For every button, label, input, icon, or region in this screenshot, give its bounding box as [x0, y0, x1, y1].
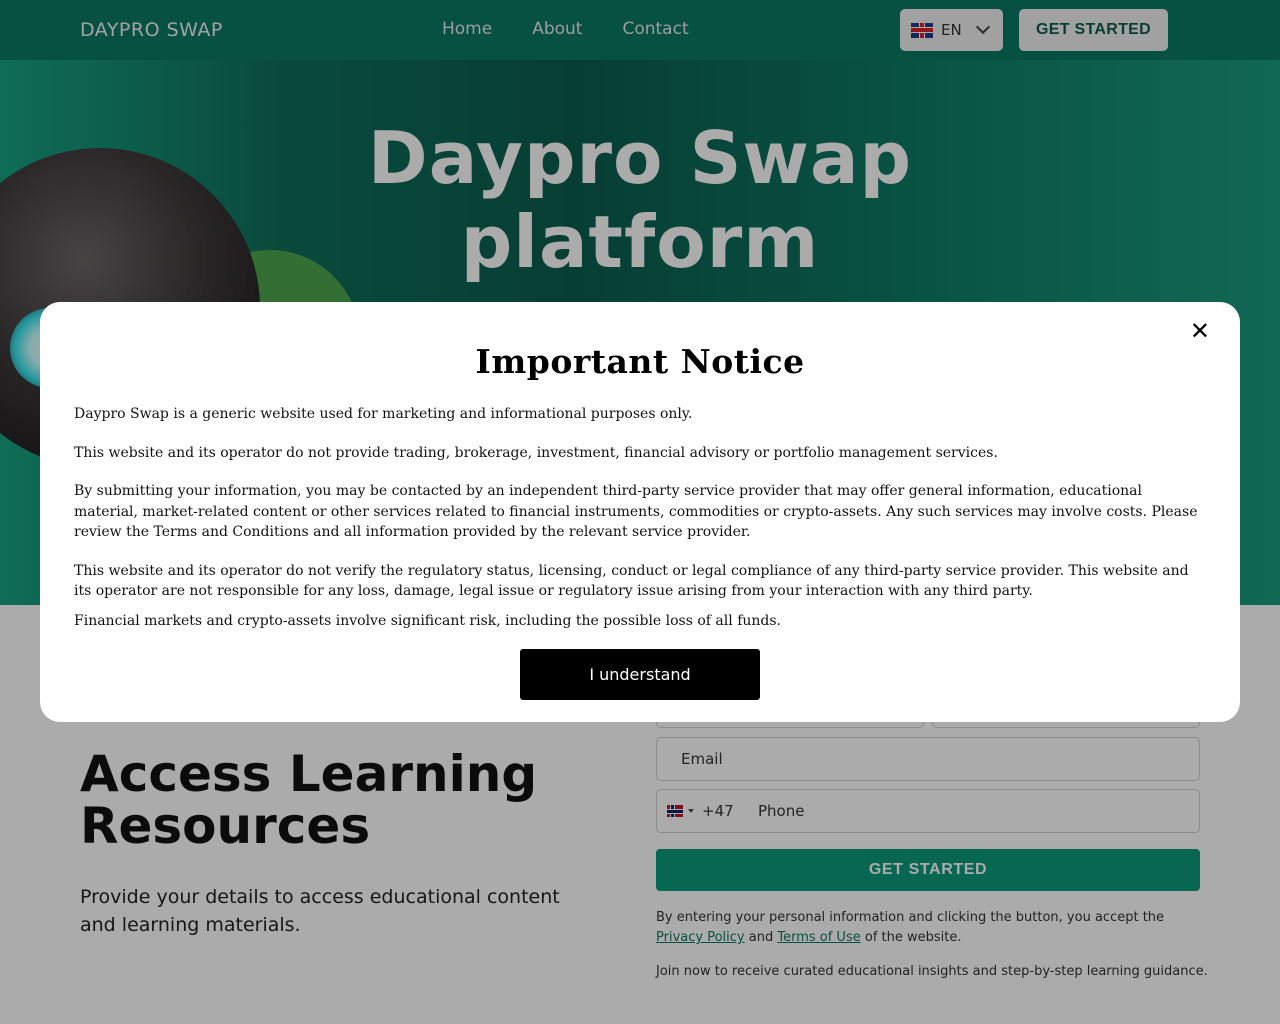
notice-paragraph-2: This website and its operator do not pro… — [74, 444, 998, 461]
close-icon[interactable]: ✕ — [1190, 318, 1210, 344]
notice-paragraph-3: By submitting your information, you may … — [74, 483, 1198, 540]
notice-paragraph-5: Financial markets and crypto-assets invo… — [74, 612, 781, 629]
notice-paragraph-1: Daypro Swap is a generic website used fo… — [74, 406, 693, 422]
important-notice-modal: ✕ Important Notice Daypro Swap is a gene… — [40, 302, 1240, 722]
notice-paragraph-4: This website and its operator do not ver… — [74, 562, 1189, 600]
i-understand-button[interactable]: I understand — [520, 649, 760, 700]
modal-title: Important Notice — [475, 342, 805, 381]
